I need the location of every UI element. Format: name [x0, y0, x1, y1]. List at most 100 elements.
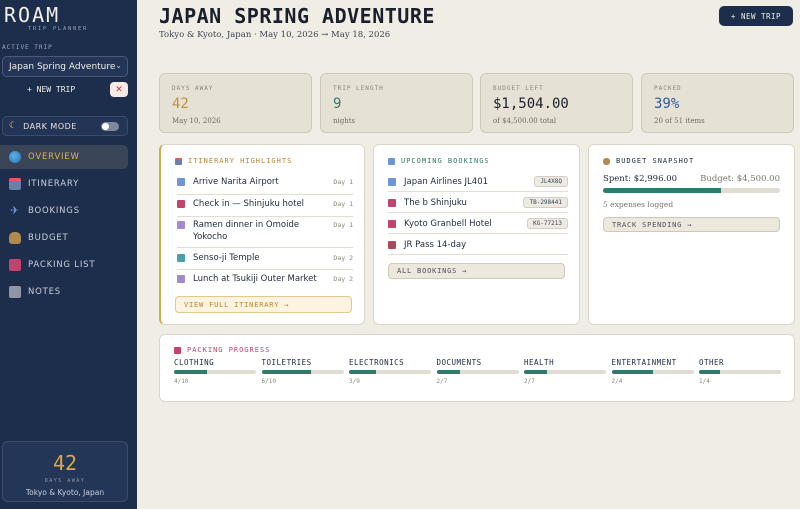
itinerary-item-day: Day 1	[333, 221, 353, 229]
food-icon	[177, 275, 185, 283]
expenses-logged: 5 expenses logged	[603, 200, 674, 209]
packing-category-fill	[349, 370, 377, 374]
money-bag-icon	[9, 232, 21, 244]
booking-code: KG-77213	[527, 218, 568, 229]
stat-value: 39%	[654, 96, 680, 112]
booking-item[interactable]: Kyoto Granbell Hotel KG-77213	[388, 214, 568, 234]
globe-icon	[9, 151, 21, 163]
view-full-itinerary-button[interactable]: VIEW FULL ITINERARY →	[175, 296, 352, 313]
sidebar-item-budget[interactable]: BUDGET	[0, 226, 128, 250]
booking-item[interactable]: Japan Airlines JL401 JL4X8Q	[388, 172, 568, 192]
packing-category-count: 4/10	[174, 378, 189, 385]
sidebar-item-label: NOTES	[28, 287, 62, 297]
packing-category-count: 2/7	[524, 378, 535, 385]
sidebar-item-overview[interactable]: OVERVIEW	[0, 145, 128, 169]
itinerary-item-day: Day 2	[333, 275, 353, 283]
packing-category-fill	[436, 370, 460, 374]
calendar-icon	[9, 178, 21, 190]
packing-progress-panel: PACKING PROGRESS CLOTHING 4/10 TOILETRIES 6…	[159, 334, 795, 402]
itinerary-item[interactable]: Senso-ji Temple Day 2	[177, 252, 353, 270]
calendar-icon	[175, 157, 182, 165]
trip-select[interactable]: Japan Spring Adventure ⌄	[2, 56, 128, 77]
packing-category[interactable]: TOILETRIES 6/10	[261, 358, 344, 385]
sidebar-item-packing-list[interactable]: PACKING LIST	[0, 253, 128, 277]
packing-category-bar	[611, 370, 694, 374]
packing-category-fill	[524, 370, 548, 374]
booking-item[interactable]: JR Pass 14-day	[388, 235, 568, 255]
upcoming-bookings-panel: UPCOMING BOOKINGS Japan Airlines JL401 J…	[373, 144, 580, 325]
packing-category-fill	[261, 370, 311, 374]
chevron-down-icon: ⌄	[115, 61, 122, 70]
budget-spent: Spent: $2,996.00	[603, 174, 678, 184]
page-title: JAPAN SPRING ADVENTURE	[159, 4, 435, 28]
packing-category-bar	[261, 370, 344, 374]
packing-category[interactable]: ENTERTAINMENT 2/4	[611, 358, 694, 385]
packing-category-fill	[699, 370, 720, 374]
page-subtitle: Tokyo & Kyoto, Japan · May 10, 2026 → Ma…	[159, 30, 391, 40]
money-bag-icon	[603, 157, 610, 165]
track-spending-button[interactable]: TRACK SPENDING →	[603, 217, 780, 232]
itinerary-highlights-panel: ITINERARY HIGHLIGHTS Arrive Narita Airpo…	[159, 144, 365, 325]
trip-select-value: Japan Spring Adventure	[9, 61, 116, 72]
sidebar-item-bookings[interactable]: ✈ BOOKINGS	[0, 199, 128, 223]
stat-label: BUDGET LEFT	[493, 85, 544, 92]
close-trip-button[interactable]: ✕	[110, 82, 128, 97]
packing-category[interactable]: CLOTHING 4/10	[174, 358, 256, 385]
packing-category-count: 2/4	[611, 378, 623, 385]
stat-value: $1,504.00	[493, 96, 569, 112]
packing-category-name: HEALTH	[524, 358, 555, 367]
stat-value: 9	[333, 96, 342, 112]
sidebar-item-itinerary[interactable]: ITINERARY	[0, 172, 128, 196]
backpack-icon	[174, 346, 181, 354]
countdown-label: DAYS AWAY	[44, 478, 86, 484]
packing-category-name: OTHER	[699, 358, 725, 367]
packing-category[interactable]: HEALTH 2/7	[524, 358, 606, 385]
packing-category-bar	[699, 370, 781, 374]
backpack-icon	[9, 259, 21, 271]
sidebar-item-notes[interactable]: NOTES	[0, 280, 128, 304]
stat-label: PACKED	[654, 85, 682, 92]
itinerary-item[interactable]: Check in — Shinjuku hotel Day 1	[177, 198, 353, 217]
brand-logo[interactable]: ROAM	[4, 3, 60, 27]
stat-note: nights	[333, 117, 356, 125]
sidebar-item-label: PACKING LIST	[28, 260, 96, 270]
temple-icon	[177, 254, 185, 262]
notes-icon	[9, 286, 21, 298]
packing-category-name: ENTERTAINMENT	[611, 358, 677, 367]
hotel-icon	[388, 198, 396, 207]
all-bookings-button[interactable]: ALL BOOKINGS →	[388, 263, 565, 279]
itinerary-item[interactable]: Lunch at Tsukiji Outer Market Day 2	[177, 273, 353, 291]
itinerary-item[interactable]: Ramen dinner in Omoide Yokocho Day 1	[177, 219, 353, 248]
packing-category-name: TOILETRIES	[261, 358, 312, 367]
budget-snapshot-panel: BUDGET SNAPSHOT Spent: $2,996.00 Budget:…	[588, 144, 795, 325]
bookings-heading: UPCOMING BOOKINGS	[388, 157, 490, 165]
itinerary-item[interactable]: Arrive Narita Airport Day 1	[177, 176, 353, 195]
packing-category-bar	[349, 370, 431, 374]
packing-category[interactable]: DOCUMENTS 2/7	[436, 358, 519, 385]
plane-icon	[388, 177, 396, 186]
budget-progress-bar	[603, 188, 780, 193]
booking-item[interactable]: The b Shinjuku TB-298441	[388, 193, 568, 213]
countdown-card: 42 DAYS AWAY Tokyo & Kyoto, Japan	[2, 441, 128, 502]
packing-category[interactable]: OTHER 1/4	[699, 358, 781, 385]
sidebar-new-trip-button[interactable]: + NEW TRIP	[27, 85, 75, 94]
packing-category-count: 2/7	[436, 378, 448, 385]
packing-title: PACKING PROGRESS	[187, 346, 271, 354]
booking-item-text: Japan Airlines JL401	[404, 176, 489, 187]
dark-mode-row[interactable]: ☾ DARK MODE	[2, 116, 128, 136]
hotel-icon	[177, 200, 185, 208]
itinerary-heading: ITINERARY HIGHLIGHTS	[175, 157, 292, 165]
itinerary-title: ITINERARY HIGHLIGHTS	[188, 157, 293, 165]
moon-icon: ☾	[9, 121, 18, 131]
itinerary-item-text: Lunch at Tsukiji Outer Market	[193, 274, 317, 284]
stat-card-budget-left: BUDGET LEFT $1,504.00 of $4,500.00 total	[480, 73, 633, 133]
sidebar-item-label: BOOKINGS	[28, 206, 80, 216]
new-trip-button[interactable]: + NEW TRIP	[719, 6, 793, 26]
dark-mode-label: DARK MODE	[23, 121, 77, 131]
packing-category-name: CLOTHING	[174, 358, 215, 367]
packing-category-count: 3/9	[349, 378, 360, 385]
toggle-knob	[102, 123, 109, 130]
packing-category[interactable]: ELECTRONICS 3/9	[349, 358, 431, 385]
stat-note: of $4,500.00 total	[493, 117, 557, 125]
dark-mode-toggle[interactable]	[101, 122, 119, 131]
